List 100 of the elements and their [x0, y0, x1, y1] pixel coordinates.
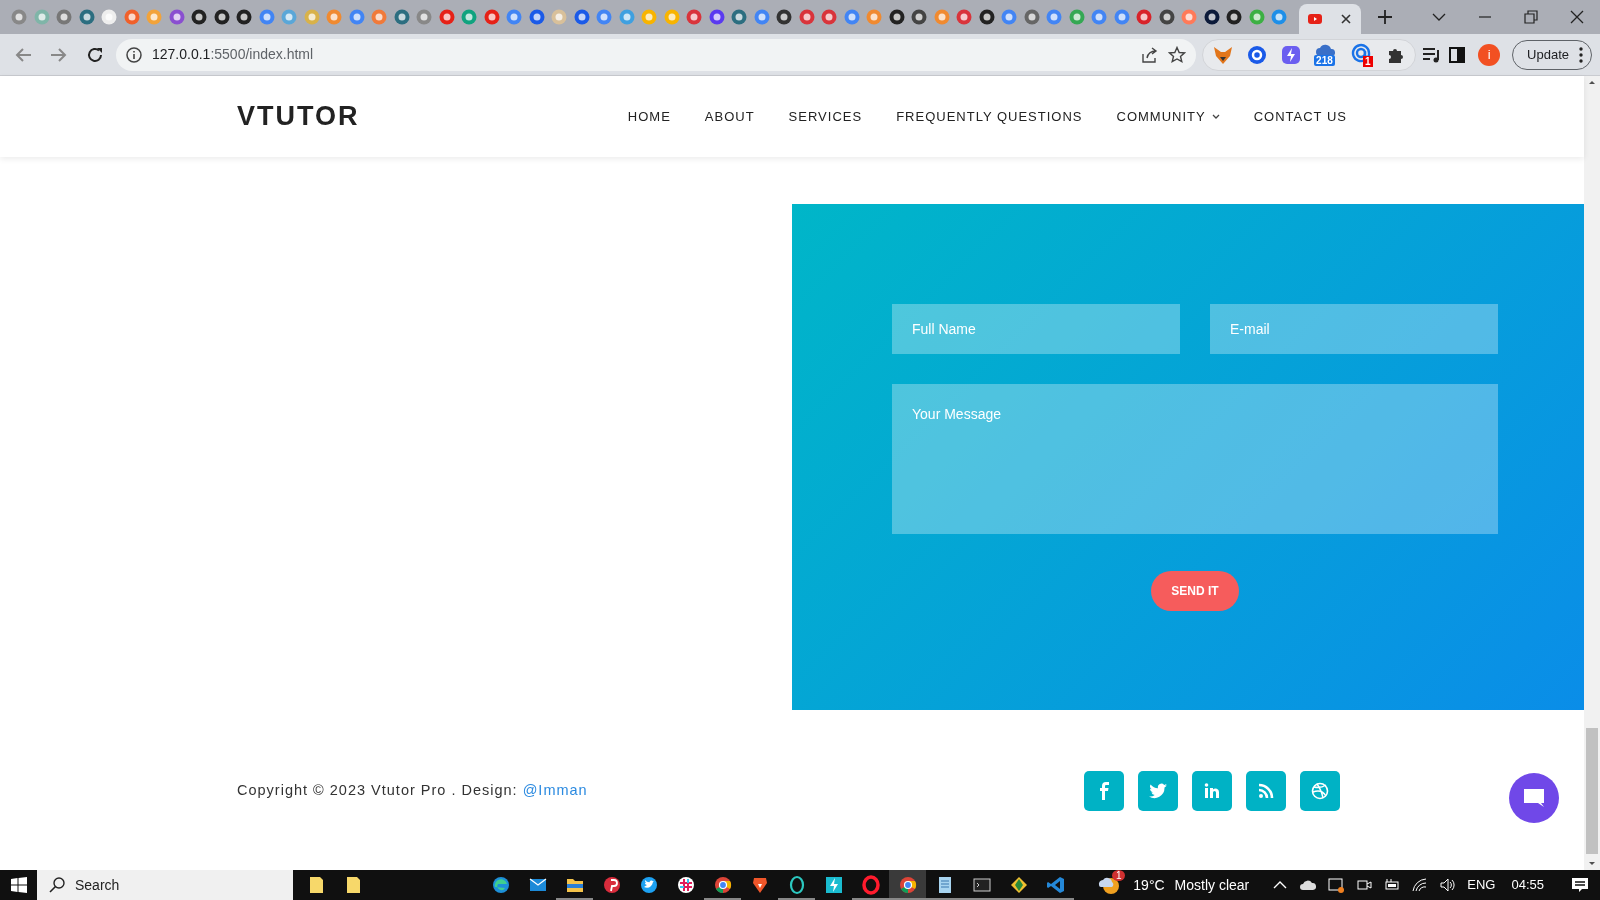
favicon-icon [843, 9, 860, 25]
favicon-icon [708, 9, 725, 25]
terminal-icon [971, 875, 992, 895]
profile-avatar[interactable]: i [1478, 43, 1501, 66]
favicon-icon [78, 9, 95, 25]
favicon-icon [123, 9, 140, 25]
favicon-icon [551, 9, 568, 25]
favicon-icon [798, 9, 815, 25]
favicon-icon [416, 9, 433, 25]
bolt-icon [823, 875, 844, 895]
favicon-icon [663, 9, 680, 25]
copyright-text: Copyright © 2023 Vtutor Pro . Design: @Imman [237, 781, 588, 801]
forward-arrow-icon [50, 45, 68, 64]
favicon-icon [303, 9, 320, 25]
ball-icon [1311, 782, 1329, 800]
pin-icon [601, 875, 622, 895]
favicon-icon [258, 9, 275, 25]
credit-link[interactable]: @Imman [522, 782, 588, 799]
nav-link[interactable]: COMMUNITY [1116, 106, 1220, 127]
search-icon [49, 877, 65, 893]
nav-link[interactable]: HOME [627, 106, 671, 127]
favicon-icon [573, 9, 590, 25]
nav-link[interactable]: ABOUT [704, 106, 755, 127]
favicon-icon [146, 9, 163, 25]
clock-time[interactable]: 04:55 [1511, 875, 1544, 895]
more-icon [1579, 46, 1583, 63]
favicon-icon [1248, 9, 1265, 25]
favicon-icon [348, 9, 365, 25]
favicon-icon [1271, 9, 1288, 25]
favicon-icon [213, 9, 230, 25]
favicon-icon [1136, 9, 1153, 25]
favicon-icon [483, 9, 500, 25]
hash-icon [675, 875, 696, 895]
favicon-icon [956, 9, 973, 25]
search-field[interactable]: Search [37, 870, 293, 900]
browser-icon [897, 875, 918, 895]
favicon-icon [1068, 9, 1085, 25]
address-bar[interactable]: 127.0.0.1:5500/index.html [116, 38, 1197, 71]
favicon-icon [528, 9, 545, 25]
info-icon [126, 46, 142, 63]
favicon-icon [1158, 9, 1175, 25]
ring-icon[interactable] [1247, 44, 1268, 65]
favicon-icon [326, 9, 343, 25]
code-icon [1045, 875, 1066, 895]
scrollbar-thumb[interactable] [1586, 728, 1598, 854]
nav-link[interactable]: FREQUENTLY QUESTIONS [896, 106, 1083, 127]
favicon-icon [168, 9, 185, 25]
caret-down-icon [1211, 113, 1220, 120]
close-icon [1570, 10, 1584, 24]
play-icon [1307, 11, 1323, 27]
social-button[interactable] [1138, 771, 1178, 811]
swirl-icon [490, 875, 511, 895]
favicon-icon [776, 9, 793, 25]
favicon-icon [978, 9, 995, 25]
badge-count: 218 [1314, 54, 1335, 66]
weather-temperature[interactable]: 19°C [1133, 874, 1165, 896]
plus-icon [1377, 10, 1392, 24]
favicon-icon [281, 9, 298, 25]
favicon-icon [1001, 9, 1018, 25]
star-icon[interactable] [1168, 45, 1187, 64]
favicon-icon [731, 9, 748, 25]
close-icon [1340, 13, 1352, 25]
favicon-icon [101, 9, 118, 25]
weather-condition[interactable]: Mostly clear [1174, 874, 1250, 896]
favicon-icon [56, 9, 73, 25]
favicon-icon [596, 9, 613, 25]
favicon-icon [1203, 9, 1220, 25]
url-text[interactable]: 127.0.0.1:5500/index.html [152, 44, 314, 65]
restore-icon [1524, 10, 1538, 24]
favicon-icon [191, 9, 208, 25]
social-button[interactable] [1300, 771, 1340, 811]
favicon-icon [1091, 9, 1108, 25]
notification-icon[interactable] [1570, 876, 1590, 894]
favicon-icon [236, 9, 253, 25]
side-panel-icon[interactable] [1448, 45, 1467, 64]
nav-link[interactable]: CONTACT US [1253, 106, 1347, 127]
nav-link[interactable]: SERVICES [788, 106, 863, 127]
site-logo[interactable]: VTUTOR [237, 96, 360, 137]
badge-count: 1 [1363, 55, 1373, 67]
favicon-icon [821, 9, 838, 25]
bird-icon [1149, 782, 1167, 800]
bolt-icon[interactable] [1281, 44, 1302, 65]
favicon-icon [1181, 9, 1198, 25]
ring-icon [860, 875, 881, 895]
windows-icon [10, 877, 27, 893]
favicon-icon [933, 9, 950, 25]
share-icon[interactable] [1140, 45, 1159, 64]
taskbar-app[interactable] [889, 870, 926, 900]
social-button[interactable] [1084, 771, 1124, 811]
social-button[interactable] [1192, 771, 1232, 811]
favicon-icon [1023, 9, 1040, 25]
at-sign-icon[interactable] [1351, 42, 1372, 63]
tablet-icon[interactable] [1327, 876, 1346, 894]
social-button[interactable] [1246, 771, 1286, 811]
fox-icon[interactable] [1213, 44, 1234, 65]
language-indicator[interactable]: ENG [1467, 875, 1496, 895]
speaker-icon[interactable] [1439, 876, 1458, 894]
favicon-icon [11, 9, 28, 25]
favicon-icon [911, 9, 928, 25]
favicon-icon [371, 9, 388, 25]
